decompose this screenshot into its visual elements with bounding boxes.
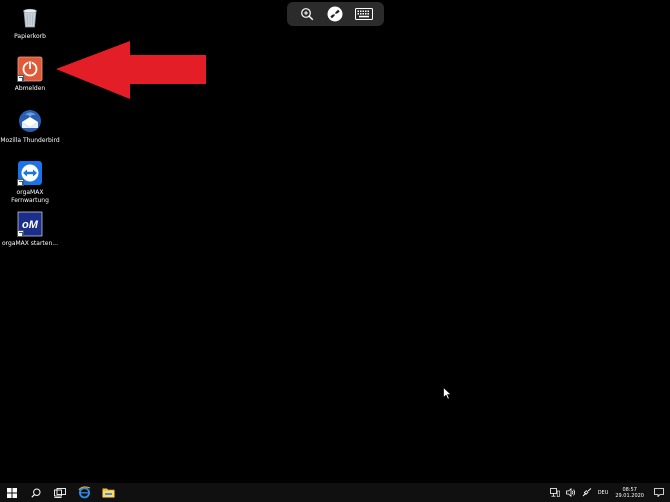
taskbar: DEU 08:57 29.01.2020 [0,483,670,502]
file-explorer-icon [102,488,114,498]
remote-connection-button[interactable] [579,483,595,502]
speaker-icon [565,488,575,497]
system-tray: DEU 08:57 29.01.2020 [547,483,670,502]
search-button[interactable] [24,483,48,502]
keyboard-icon [354,8,373,20]
desktop-icon-label: orgaMAX Fernwartung [11,189,49,204]
keyboard-button[interactable] [353,4,375,24]
desktop-icon-label: Mozilla Thunderbird [0,137,60,144]
remote-session-toolbar [287,2,384,26]
disconnect-icon [327,6,343,22]
teamviewer-icon [17,160,43,186]
zoom-button[interactable] [296,4,318,24]
clock-date: 29.01.2020 [615,492,644,499]
desktop-icon-thunderbird[interactable]: Mozilla Thunderbird [0,108,60,145]
action-center-button[interactable] [648,483,670,502]
red-arrow-icon [56,41,206,99]
orgamax-icon: oM [17,211,43,237]
clock[interactable]: 08:57 29.01.2020 [611,487,648,499]
desktop-icon-papierkorb[interactable]: Papierkorb [0,4,60,41]
desktop-icon-label: Papierkorb [14,33,46,40]
taskbar-internet-explorer[interactable] [72,483,96,502]
notification-icon [654,488,664,497]
desktop: Papierkorb Abmelden Mozilla Thunderbird … [0,0,670,483]
task-view-button[interactable] [48,483,72,502]
orgamax-logo-text: oM [22,219,39,231]
network-icon [549,488,560,497]
shortcut-arrow-icon [17,75,24,82]
search-icon [31,487,41,498]
shortcut-arrow-icon [17,179,24,186]
task-view-icon [54,487,66,498]
volume-button[interactable] [563,483,579,502]
desktop-icon-label: Abmelden [14,85,46,92]
start-button[interactable] [0,483,24,502]
windows-logo-icon [7,487,17,498]
remote-connection-icon [582,488,591,497]
recycle-bin-icon [17,4,43,30]
desktop-icon-abmelden[interactable]: Abmelden [0,56,60,93]
taskbar-file-explorer[interactable] [96,483,120,502]
zoom-icon [301,8,314,21]
disconnect-button[interactable] [324,4,346,24]
desktop-icon-label: orgaMAX starten... [1,240,58,247]
internet-explorer-icon [78,486,90,499]
mouse-cursor-icon [443,387,452,400]
language-indicator[interactable]: DEU [595,483,612,502]
desktop-icon-orgamax-fernwartung[interactable]: orgaMAX Fernwartung [0,160,60,205]
shortcut-arrow-icon [17,230,24,237]
thunderbird-icon [17,108,43,134]
desktop-icon-orgamax-starten[interactable]: oM orgaMAX starten... [0,211,60,248]
network-button[interactable] [547,483,563,502]
power-icon [17,56,43,82]
